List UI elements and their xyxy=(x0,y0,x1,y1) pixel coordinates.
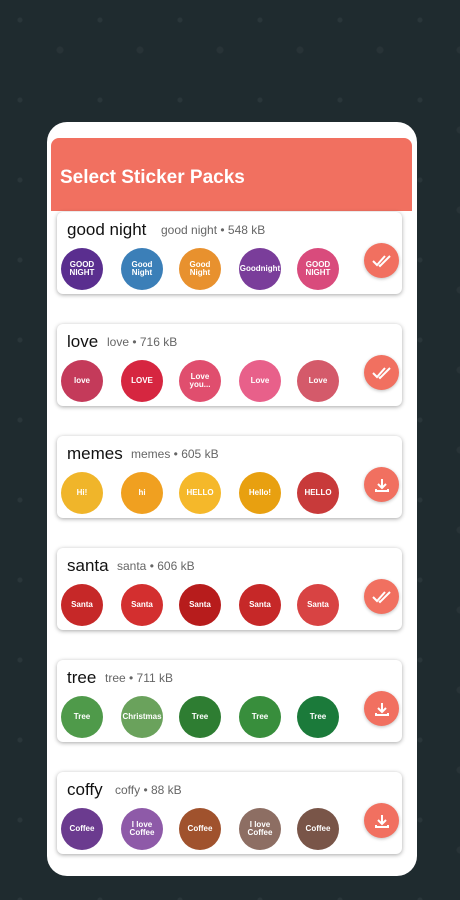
sticker-thumbnails: GOOD NIGHT Good Night Good Night Goodnight G… xyxy=(61,248,351,290)
sticker-thumbnail: Coffee xyxy=(61,808,103,850)
sticker-label: Coffee xyxy=(187,824,213,833)
added-check-button[interactable] xyxy=(364,355,399,390)
sticker-thumbnails: Santa Santa Santa Santa Santa xyxy=(61,584,351,626)
pack-meta: coffy • 88 kB xyxy=(115,783,182,797)
sticker-label: Coffee xyxy=(69,824,95,833)
download-button[interactable] xyxy=(364,803,399,838)
sticker-thumbnail: Hello! xyxy=(239,472,281,514)
sticker-thumbnail: Good Night xyxy=(121,248,163,290)
download-icon xyxy=(374,702,389,716)
download-button[interactable] xyxy=(364,467,399,502)
sticker-label: I love Coffee xyxy=(129,820,155,837)
sticker-label: LOVE xyxy=(131,376,153,385)
sticker-thumbnail: Santa xyxy=(297,584,339,626)
sticker-thumbnail: HELLO xyxy=(297,472,339,514)
added-check-button[interactable] xyxy=(364,243,399,278)
sticker-label: Hi! xyxy=(76,488,88,497)
sticker-label: Good Night xyxy=(131,260,153,277)
sticker-label: Goodnight xyxy=(239,264,281,273)
sticker-label: Santa xyxy=(189,600,211,609)
sticker-thumbnails: Hi! hi HELLO Hello! HELLO xyxy=(61,472,351,514)
sticker-thumbnail: Coffee xyxy=(297,808,339,850)
sticker-thumbnail: hi xyxy=(121,472,163,514)
pack-meta: tree • 711 kB xyxy=(105,671,174,685)
sticker-label: hi xyxy=(138,488,146,497)
sticker-thumbnails: love LOVE Love you... Love Love xyxy=(61,360,351,402)
sticker-thumbnail: Tree xyxy=(297,696,339,738)
sticker-label: Tree xyxy=(309,712,327,721)
sticker-label: love xyxy=(73,376,90,385)
double-check-icon xyxy=(371,366,391,379)
sticker-label: Tree xyxy=(251,712,269,721)
pack-meta: love • 716 kB xyxy=(107,335,178,349)
sticker-thumbnail: Love you... xyxy=(179,360,221,402)
sticker-thumbnail: Goodnight xyxy=(239,248,281,290)
sticker-pack-card[interactable]: good night good night • 548 kB GOOD NIGHT G… xyxy=(57,212,402,294)
sticker-label: Hello! xyxy=(248,488,272,497)
sticker-thumbnail: Tree xyxy=(61,696,103,738)
sticker-thumbnail: LOVE xyxy=(121,360,163,402)
sticker-thumbnail: Love xyxy=(239,360,281,402)
download-button[interactable] xyxy=(364,691,399,726)
sticker-label: Love xyxy=(308,376,328,385)
download-icon xyxy=(374,478,389,492)
pack-name: good night xyxy=(67,220,147,239)
sticker-thumbnail: Santa xyxy=(179,584,221,626)
sticker-thumbnail: I love Coffee xyxy=(121,808,163,850)
app-bar: Select Sticker Packs xyxy=(51,138,412,211)
app-screen: Select Sticker Packs good night good nigh… xyxy=(47,122,417,876)
sticker-pack-card[interactable]: love love • 716 kB love LOVE Love you... Love… xyxy=(57,324,402,406)
sticker-thumbnail: GOOD NIGHT xyxy=(61,248,103,290)
page-title: Select Sticker Packs xyxy=(60,167,245,188)
sticker-label: Santa xyxy=(307,600,329,609)
sticker-thumbnail: love xyxy=(61,360,103,402)
sticker-thumbnail: HELLO xyxy=(179,472,221,514)
sticker-label: Love xyxy=(250,376,270,385)
pack-meta: memes • 605 kB xyxy=(131,447,219,461)
sticker-label: GOOD NIGHT xyxy=(69,260,95,277)
sticker-label: HELLO xyxy=(186,488,214,497)
pack-meta: good night • 548 kB xyxy=(161,223,266,237)
pack-name: santa xyxy=(67,556,109,575)
double-check-icon xyxy=(371,590,391,603)
sticker-pack-card[interactable]: santa santa • 606 kB Santa Santa Santa Santa S… xyxy=(57,548,402,630)
added-check-button[interactable] xyxy=(364,579,399,614)
sticker-thumbnail: Coffee xyxy=(179,808,221,850)
sticker-label: Good Night xyxy=(189,260,211,277)
sticker-thumbnail: Tree xyxy=(179,696,221,738)
sticker-thumbnail: Santa xyxy=(121,584,163,626)
sticker-label: HELLO xyxy=(304,488,332,497)
sticker-label: I love Coffee xyxy=(247,820,273,837)
sticker-thumbnail: Santa xyxy=(61,584,103,626)
sticker-label: Tree xyxy=(73,712,91,721)
pack-meta: santa • 606 kB xyxy=(117,559,195,573)
sticker-label: Christmas xyxy=(122,712,162,721)
sticker-label: Santa xyxy=(249,600,271,609)
sticker-label: GOOD NIGHT xyxy=(305,260,331,277)
sticker-pack-card[interactable]: coffy coffy • 88 kB Coffee I love Coffee Cof… xyxy=(57,772,402,854)
sticker-thumbnail: Love xyxy=(297,360,339,402)
pack-name: memes xyxy=(67,444,123,463)
sticker-label: Tree xyxy=(191,712,209,721)
sticker-thumbnail: GOOD NIGHT xyxy=(297,248,339,290)
sticker-label: Love you... xyxy=(189,372,211,389)
sticker-thumbnails: Tree Christmas Tree Tree Tree xyxy=(61,696,351,738)
sticker-thumbnail: Christmas xyxy=(121,696,163,738)
sticker-thumbnail: Tree xyxy=(239,696,281,738)
sticker-label: Coffee xyxy=(305,824,331,833)
sticker-label: Santa xyxy=(131,600,153,609)
sticker-thumbnails: Coffee I love Coffee Coffee I love Coffee Co… xyxy=(61,808,351,850)
sticker-label: Santa xyxy=(71,600,93,609)
sticker-thumbnail: Hi! xyxy=(61,472,103,514)
sticker-thumbnail: Santa xyxy=(239,584,281,626)
pack-name: tree xyxy=(67,668,97,687)
sticker-thumbnail: I love Coffee xyxy=(239,808,281,850)
double-check-icon xyxy=(371,254,391,267)
pack-name: coffy xyxy=(67,780,103,799)
download-icon xyxy=(374,814,389,828)
pack-name: love xyxy=(67,332,99,351)
sticker-pack-card[interactable]: memes memes • 605 kB Hi! hi HELLO Hello! HELLO xyxy=(57,436,402,518)
sticker-thumbnail: Good Night xyxy=(179,248,221,290)
sticker-pack-card[interactable]: tree tree • 711 kB Tree Christmas Tree Tree Tr… xyxy=(57,660,402,742)
